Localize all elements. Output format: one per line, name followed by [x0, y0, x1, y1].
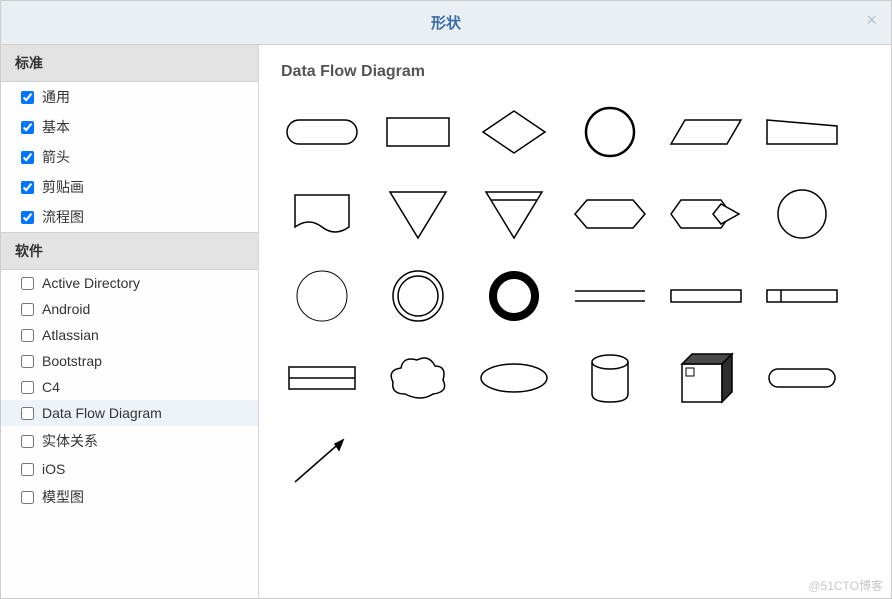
shape-library-sidebar[interactable]: 标准通用基本箭头剪贴画流程图软件 Active Directory Android A… [1, 45, 259, 598]
library-checkbox-bootstrap[interactable] [21, 355, 34, 368]
library-checkbox-clipart[interactable] [21, 181, 34, 194]
close-icon[interactable]: × [866, 11, 877, 29]
shape-two-lines[interactable] [569, 263, 651, 329]
section-header: 软件 [1, 232, 258, 270]
library-checkbox-general[interactable] [21, 91, 34, 104]
shape-circle-thin[interactable] [281, 263, 363, 329]
shape-cube[interactable] [665, 345, 747, 411]
sidebar-item-label: 箭头 [42, 147, 70, 167]
shapes-dialog: 形状 × 标准通用基本箭头剪贴画流程图软件 Active Directory And… [0, 0, 892, 599]
shape-hex-overlap[interactable] [665, 181, 747, 247]
sidebar-item-mockup[interactable]: 模型图 [1, 482, 258, 512]
shape-trapezoid[interactable] [761, 99, 843, 165]
sidebar-item-dfd[interactable]: Data Flow Diagram [1, 400, 258, 426]
sidebar-item-label: Atlassian [42, 327, 99, 343]
shape-long-rect[interactable] [665, 263, 747, 329]
sidebar-item-ad[interactable]: Active Directory [1, 270, 258, 296]
sidebar-item-label: 模型图 [42, 487, 84, 507]
section-header: 标准 [1, 45, 258, 82]
sidebar-item-flowchart[interactable]: 流程图 [1, 202, 258, 232]
shape-rectangle[interactable] [377, 99, 459, 165]
shape-document[interactable] [281, 181, 363, 247]
library-checkbox-basic[interactable] [21, 121, 34, 134]
sidebar-item-er[interactable]: 实体关系 [1, 426, 258, 456]
shape-circle-double[interactable] [377, 263, 459, 329]
dialog-body: 标准通用基本箭头剪贴画流程图软件 Active Directory Android A… [1, 45, 891, 598]
library-checkbox-ios[interactable] [21, 463, 34, 476]
sidebar-item-label: iOS [42, 461, 65, 477]
sidebar-item-label: 基本 [42, 117, 70, 137]
sidebar-item-arrows[interactable]: 箭头 [1, 142, 258, 172]
shape-parallelogram[interactable] [665, 99, 747, 165]
shape-rounded-rect[interactable] [281, 99, 363, 165]
shape-circle-bold[interactable] [569, 99, 651, 165]
sidebar-item-label: Data Flow Diagram [42, 405, 162, 421]
library-checkbox-dfd[interactable] [21, 407, 34, 420]
sidebar-item-label: 剪贴画 [42, 177, 84, 197]
shape-cylinder[interactable] [569, 345, 651, 411]
shape-preview-pane: Data Flow Diagram [259, 45, 891, 598]
shape-half-rect[interactable] [281, 345, 363, 411]
sidebar-item-c4[interactable]: C4 [1, 374, 258, 400]
shape-cloud[interactable] [377, 345, 459, 411]
library-checkbox-atlassian[interactable] [21, 329, 34, 342]
sidebar-item-basic[interactable]: 基本 [1, 112, 258, 142]
sidebar-item-ios[interactable]: iOS [1, 456, 258, 482]
shape-stadium[interactable] [761, 345, 843, 411]
library-checkbox-er[interactable] [21, 435, 34, 448]
sidebar-item-label: Bootstrap [42, 353, 102, 369]
sidebar-item-bootstrap[interactable]: Bootstrap [1, 348, 258, 374]
shape-hexagon[interactable] [569, 181, 651, 247]
library-checkbox-ad[interactable] [21, 277, 34, 290]
preview-title: Data Flow Diagram [281, 63, 869, 81]
shape-triangle-band[interactable] [473, 181, 555, 247]
sidebar-item-atlassian[interactable]: Atlassian [1, 322, 258, 348]
library-checkbox-arrows[interactable] [21, 151, 34, 164]
shape-triangle-down[interactable] [377, 181, 459, 247]
sidebar-item-label: Active Directory [42, 275, 140, 291]
shape-arrow[interactable] [281, 427, 363, 493]
shape-grid [281, 99, 869, 493]
sidebar-item-android[interactable]: Android [1, 296, 258, 322]
dialog-header: 形状 × [1, 1, 891, 45]
library-checkbox-flowchart[interactable] [21, 211, 34, 224]
shape-circle[interactable] [761, 181, 843, 247]
library-checkbox-android[interactable] [21, 303, 34, 316]
sidebar-item-clipart[interactable]: 剪贴画 [1, 172, 258, 202]
shape-split-rect[interactable] [761, 263, 843, 329]
library-checkbox-c4[interactable] [21, 381, 34, 394]
sidebar-item-label: 流程图 [42, 207, 84, 227]
sidebar-item-label: C4 [42, 379, 60, 395]
shape-diamond[interactable] [473, 99, 555, 165]
dialog-title: 形状 [431, 12, 461, 33]
library-checkbox-mockup[interactable] [21, 491, 34, 504]
shape-ring-thick[interactable] [473, 263, 555, 329]
sidebar-item-label: 通用 [42, 87, 70, 107]
shape-ellipse[interactable] [473, 345, 555, 411]
sidebar-item-label: Android [42, 301, 90, 317]
sidebar-item-label: 实体关系 [42, 431, 98, 451]
watermark: @51CTO博客 [808, 577, 883, 594]
sidebar-item-general[interactable]: 通用 [1, 82, 258, 112]
